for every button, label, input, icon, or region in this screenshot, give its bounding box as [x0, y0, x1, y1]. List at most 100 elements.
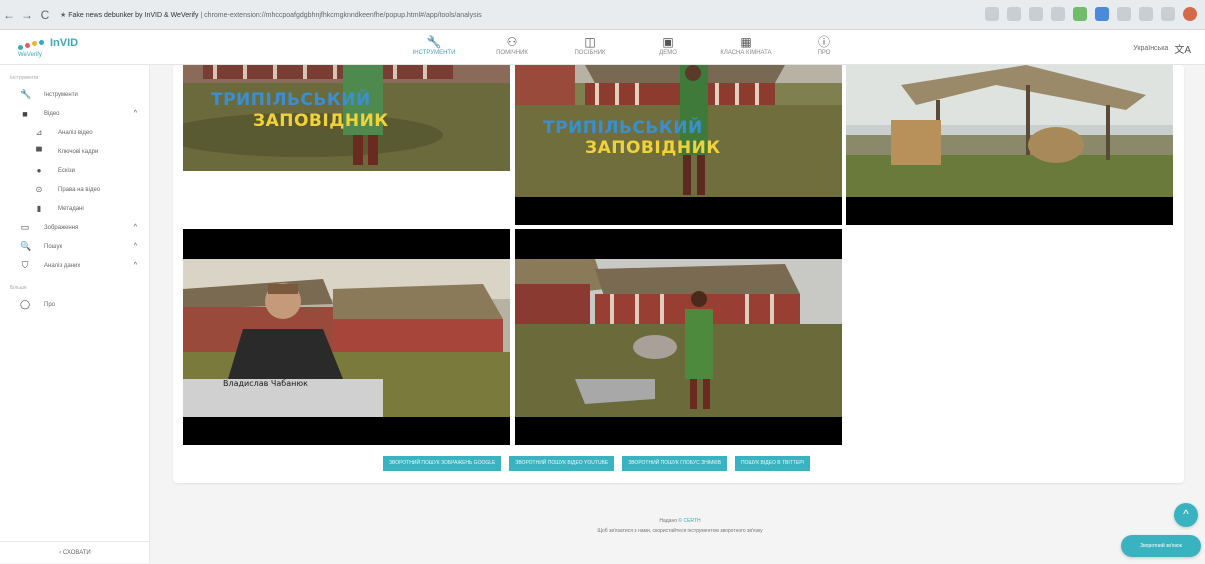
browser-bar: ← → C ★ Fake news debunker by InVID & We… — [0, 0, 1205, 30]
analysis-icon: ⊿ — [35, 128, 43, 137]
sidebar-item-metadata[interactable]: ▮ Метадані — [0, 199, 149, 218]
sidebar: Інструменти 🔧 Інструменти ■ Відео ^ ⊿ Ан… — [0, 65, 150, 563]
window-icon[interactable] — [1161, 7, 1175, 21]
tab-label: ПОСІБНИК — [574, 50, 606, 56]
tab-about[interactable]: ⓘ ПРО — [785, 34, 863, 56]
overlay-title-line2: ЗАПОВІДНИК — [253, 111, 389, 131]
reload-icon[interactable]: C — [36, 6, 54, 24]
collapse-sidebar-button[interactable]: ‹ СХОВАТИ — [0, 541, 150, 563]
extension-icon[interactable] — [985, 7, 999, 21]
thumbnails-icon: ● — [36, 166, 42, 175]
demo-icon: ▣ — [662, 35, 674, 49]
share-icon[interactable] — [1029, 7, 1043, 21]
book-icon: ◫ — [584, 35, 596, 49]
sidebar-item-about[interactable]: ◯ Про — [0, 295, 149, 314]
tab-title: Fake news debunker by InVID & WeVerify — [68, 11, 199, 19]
sidebar-section-title: Інструменти — [10, 75, 39, 81]
sidebar-item-keyframes[interactable]: ▀ Ключові кадри — [0, 142, 149, 161]
copyright-icon: ⊙ — [35, 185, 43, 194]
keyframe-image[interactable] — [846, 65, 1173, 225]
sidebar-item-search[interactable]: 🔍 Пошук ^ — [0, 237, 149, 256]
logo-mark-icon — [18, 40, 46, 52]
back-icon[interactable]: ← — [0, 6, 18, 24]
reverse-search-actions: ЗВОРОТНИЙ ПОШУК ЗОБРАЖЕНЬ GOOGLE ЗВОРОТН… — [383, 456, 810, 471]
sidebar-item-label: Пошук — [44, 243, 63, 250]
twitter-video-search-button[interactable]: ПОШУК ВІДЕО В ТВІТТЕРІ — [734, 456, 810, 471]
logo-text: InVID — [50, 37, 79, 49]
tab-label: КЛАСНА КІМНАТА — [720, 50, 772, 56]
metadata-icon: ▮ — [36, 204, 42, 213]
feedback-button[interactable]: Зворотний зв'язок — [1121, 535, 1201, 557]
tab-label: ІНСТРУМЕНТИ — [412, 50, 456, 56]
scroll-to-top-button[interactable]: ^ — [1174, 503, 1198, 527]
keyframe-image[interactable]: ТРИПІЛЬСЬКИЙ ЗАПОВІДНИК — [515, 65, 842, 225]
sidebar-item-label: Права на відео — [58, 186, 101, 193]
star-icon[interactable]: ★ — [60, 12, 68, 19]
sidebar-item-label: Відео — [44, 110, 60, 117]
puzzle-icon[interactable] — [1117, 7, 1131, 21]
footer-contact-text: Щоб зв'язатися з нами, скористайтеся інс… — [597, 528, 763, 534]
sidebar-item-video[interactable]: ■ Відео ^ — [0, 104, 149, 123]
sidebar-item-thumbnails[interactable]: ● Ескізи — [0, 161, 149, 180]
app-header: InVID WeVerify 🔧 ІНСТРУМЕНТИ ⚇ ПОМІЧНИК … — [0, 30, 1205, 65]
sidebar-item-video-analysis[interactable]: ⊿ Аналіз відео — [0, 123, 149, 142]
caption-name: Владислав Чабанюк — [223, 379, 308, 388]
language-selector[interactable]: Українська 文A — [1133, 41, 1191, 56]
bookmark-icon[interactable] — [1051, 7, 1065, 21]
tab-label: ДЕМО — [659, 50, 677, 56]
top-navigation: 🔧 ІНСТРУМЕНТИ ⚇ ПОМІЧНИК ◫ ПОСІБНИК ▣ ДЕ… — [395, 34, 863, 56]
youtube-reverse-search-button[interactable]: ЗВОРОТНИЙ ПОШУК ВІДЕО YOUTUBE — [509, 456, 615, 471]
sidebar-item-video-rights[interactable]: ⊙ Права на відео — [0, 180, 149, 199]
filter-icon: ⛉ — [21, 260, 29, 270]
zoom-icon[interactable] — [1007, 7, 1021, 21]
tab-tools[interactable]: 🔧 ІНСТРУМЕНТИ — [395, 34, 473, 56]
classroom-icon: ▦ — [740, 35, 752, 49]
overlay-title-line1: ТРИПІЛЬСЬКИЙ — [543, 118, 703, 138]
footer: Надано © CERTH Щоб зв'язатися з нами, ск… — [470, 516, 890, 536]
sidebar-item-label: Аналіз відео — [58, 129, 93, 136]
video-icon: ■ — [22, 108, 28, 119]
sidebar-item-label: Зображення — [44, 224, 79, 231]
sidebar-item-label: Ключові кадри — [58, 148, 99, 155]
chevron-up-icon: ^ — [133, 262, 137, 269]
tab-classroom[interactable]: ▦ КЛАСНА КІМНАТА — [707, 34, 785, 56]
keyframe-image[interactable]: ТРИПІЛЬСЬКИЙ ЗАПОВІДНИК — [183, 65, 510, 171]
keyframe-image[interactable]: Владислав Чабанюк — [183, 229, 510, 445]
url-text: chrome-extension://mhccpoafgdgbhnjfhkcmg… — [204, 11, 482, 19]
tab-guide[interactable]: ◫ ПОСІБНИК — [551, 34, 629, 56]
footer-prefix: Надано — [659, 518, 679, 524]
sidebar-section-title: Більше — [10, 285, 27, 291]
invid-logo[interactable]: InVID WeVerify — [18, 37, 88, 59]
extension-icon[interactable] — [1095, 7, 1109, 21]
chevron-up-icon: ^ — [133, 243, 137, 250]
keyframe-image[interactable] — [515, 229, 842, 445]
extension-icon[interactable] — [1073, 7, 1087, 21]
logo-subtext: WeVerify — [18, 52, 42, 58]
extension-icons — [985, 7, 1197, 21]
globe-reverse-search-button[interactable]: ЗВОРОТНИЙ ПОШУК ГЛОБУС ЗНІМКІВ — [622, 456, 727, 471]
google-reverse-search-button[interactable]: ЗВОРОТНИЙ ПОШУК ЗОБРАЖЕНЬ GOOGLE — [383, 456, 502, 471]
sidebar-item-label: Інструменти — [44, 91, 78, 98]
sidebar-item-label: Метадані — [58, 205, 84, 212]
search-icon: 🔍 — [20, 241, 32, 251]
forward-icon[interactable]: → — [18, 6, 36, 24]
image-icon: ▭ — [20, 222, 30, 232]
sidebar-item-image[interactable]: ▭ Зображення ^ — [0, 218, 149, 237]
translate-icon: 文A — [1174, 45, 1191, 56]
wrench-icon: 🔧 — [20, 89, 32, 99]
profile-avatar[interactable] — [1183, 7, 1197, 21]
certh-link[interactable]: © CERTH — [678, 518, 700, 524]
address-bar[interactable]: ★ Fake news debunker by InVID & WeVerify… — [60, 11, 620, 19]
sidebar-item-data-analysis[interactable]: ⛉ Аналіз даних ^ — [0, 256, 149, 275]
tab-demo[interactable]: ▣ ДЕМО — [629, 34, 707, 56]
tab-assistant[interactable]: ⚇ ПОМІЧНИК — [473, 34, 551, 56]
sidebar-item-tools[interactable]: 🔧 Інструменти — [0, 85, 149, 104]
sidebar-item-label: Аналіз даних — [44, 262, 81, 269]
chevron-up-icon: ^ — [133, 224, 137, 231]
sidebar-item-label: Ескізи — [58, 167, 75, 174]
info-icon: ⓘ — [817, 35, 830, 49]
chevron-up-icon: ^ — [133, 110, 137, 117]
overlay-title-line2: ЗАПОВІДНИК — [585, 138, 721, 158]
assistant-icon: ⚇ — [506, 35, 518, 49]
media-icon[interactable] — [1139, 7, 1153, 21]
